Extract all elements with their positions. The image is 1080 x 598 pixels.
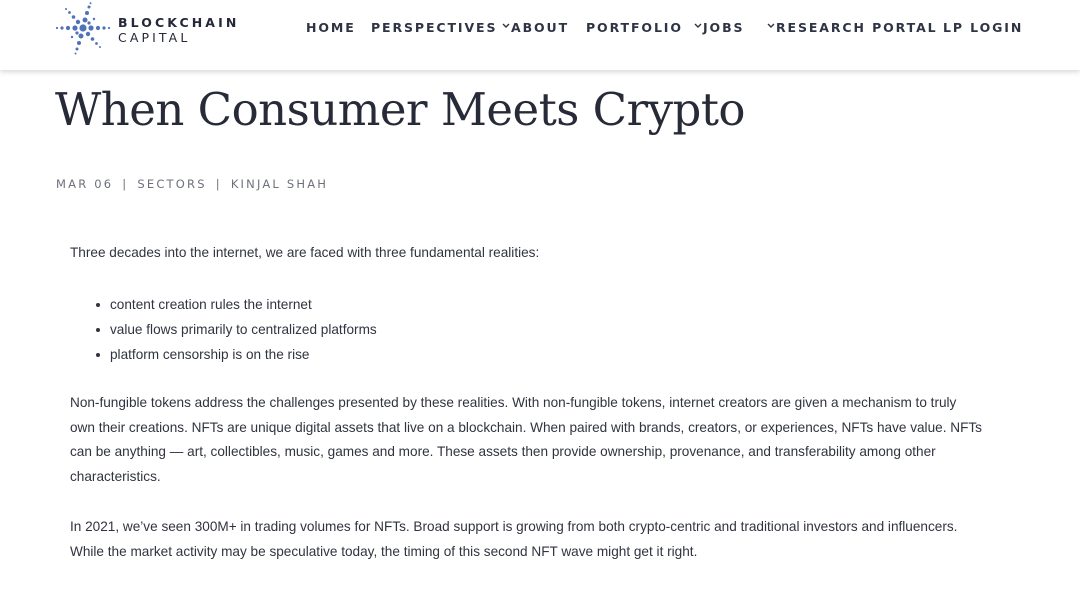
nav-research-portal-label: RESEARCH PORTAL (776, 20, 938, 35)
main-nav: HOME PERSPECTIVES ABOUT PORTFOLIO JOBS R… (0, 19, 1080, 37)
nav-jobs-label: JOBS (703, 20, 745, 35)
list-item-text: platform censorship is on the rise (110, 347, 310, 362)
list-item: value flows primarily to centralized pla… (96, 317, 696, 342)
paragraph-line: characteristics. (70, 468, 161, 484)
list-item: platform censorship is on the rise (96, 342, 696, 367)
bullet-dot (96, 353, 100, 357)
list-item-text: value flows primarily to centralized pla… (110, 322, 377, 337)
chevron-down-icon (766, 20, 776, 34)
paragraph-line: In 2021, we’ve seen 300M+ in trading vol… (70, 519, 958, 534)
realities-list: content creation rules the internet valu… (96, 292, 696, 367)
paragraph-line: While the market activity may be specula… (70, 543, 698, 559)
paragraph-line: own their creations. NFTs are unique dig… (70, 419, 982, 435)
nav-jobs[interactable]: JOBS (693, 19, 744, 37)
article-category-link[interactable]: SECTORS (137, 177, 206, 191)
site-header: BLOCKCHAIN CAPITAL HOME PERSPECTIVES ABO… (0, 0, 1080, 70)
paragraph-line: Non-fungible tokens address the challeng… (70, 395, 957, 410)
market-paragraph: In 2021, we’ve seen 300M+ in trading vol… (70, 515, 1005, 564)
nav-about[interactable]: ABOUT (501, 19, 569, 37)
nav-home[interactable]: HOME (306, 19, 356, 37)
nav-research-portal[interactable]: RESEARCH PORTAL (766, 19, 938, 37)
article-date: MAR 06 (56, 177, 114, 191)
chevron-down-icon (501, 20, 511, 34)
article-author-link[interactable]: KINJAL SHAH (231, 177, 328, 191)
chevron-down-icon (693, 20, 703, 34)
bullet-dot (96, 328, 100, 332)
meta-separator: | (122, 177, 129, 191)
list-item: content creation rules the internet (96, 292, 696, 317)
meta-separator: | (215, 177, 222, 191)
nav-portfolio[interactable]: PORTFOLIO (586, 19, 683, 37)
bullet-dot (96, 303, 100, 307)
nav-about-label: ABOUT (511, 20, 570, 35)
nav-perspectives[interactable]: PERSPECTIVES (371, 19, 497, 37)
list-item-text: content creation rules the internet (110, 297, 312, 312)
article-meta: MAR 06 | SECTORS | KINJAL SHAH (56, 176, 328, 192)
intro-paragraph: Three decades into the internet, we are … (70, 245, 540, 260)
nft-paragraph: Non-fungible tokens address the challeng… (70, 391, 1005, 489)
article-title: When Consumer Meets Crypto (55, 83, 746, 136)
nav-lp-login[interactable]: LP LOGIN (943, 19, 1023, 37)
paragraph-line: can be anything — art, collectibles, mus… (70, 444, 936, 460)
